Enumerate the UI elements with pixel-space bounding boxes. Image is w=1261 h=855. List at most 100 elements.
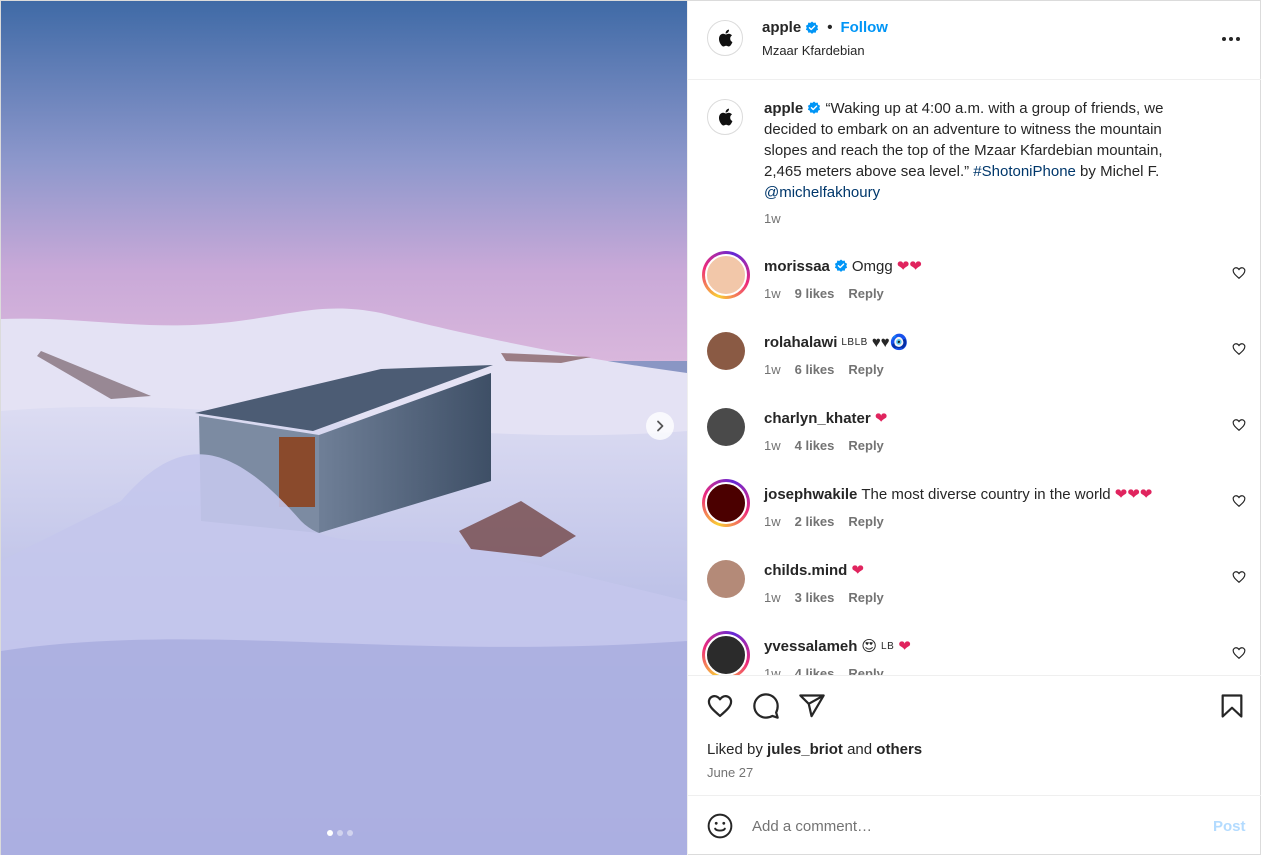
comment-input[interactable] [752,814,1192,838]
comment-likes[interactable]: 4 likes [795,666,835,675]
post-header: apple • Follow Mzaar Kfardebian [688,1,1261,80]
comment-likes[interactable]: 2 likes [795,514,835,529]
next-slide-button[interactable] [646,412,674,440]
commenter-username[interactable]: rolahalawi [764,334,837,351]
emoji-smiley-icon[interactable] [707,813,733,839]
reply-button[interactable]: Reply [848,666,883,675]
reply-button[interactable]: Reply [848,590,883,605]
comment-likes[interactable]: 3 likes [795,590,835,605]
commenter-avatar-wrap[interactable] [702,327,750,375]
dot-separator: • [827,19,833,36]
carousel-dot [347,830,353,836]
comment-meta: 1w 6 likes Reply [764,362,884,377]
commenter-avatar [707,408,745,446]
comment-item: josephwakile The most diverse country in… [688,479,1261,555]
commenter-avatar [707,332,745,370]
post-sidebar: apple • Follow Mzaar Kfardebian apple “W… [687,1,1261,855]
post-location[interactable]: Mzaar Kfardebian [762,43,865,58]
author-username[interactable]: apple [762,19,801,36]
like-heart-icon[interactable] [706,692,734,720]
comment-text: Omgg [851,257,893,275]
comment-like-heart-icon[interactable] [1232,266,1246,280]
commenter-username[interactable]: childs.mind [764,562,847,579]
carousel-dot-active [327,830,333,836]
caption-author[interactable]: apple [764,100,803,117]
comment-time[interactable]: 1w [764,514,781,529]
comment-body: yvessalameh 😍 LB ❤ [764,637,911,656]
commenter-avatar-wrap[interactable] [702,555,750,603]
reply-button[interactable]: Reply [848,286,883,301]
verified-badge-icon [834,259,847,272]
comment-time[interactable]: 1w [764,438,781,453]
liked-by-summary: Liked by jules_briot and others [707,741,922,758]
comment-body: josephwakile The most diverse country in… [764,485,1152,504]
comment-emoji: ❤❤ [896,258,922,275]
comments-list[interactable]: apple “Waking up at 4:00 a.m. with a gro… [688,81,1261,675]
liked-by-user[interactable]: jules_briot [767,741,843,758]
commenter-username[interactable]: charlyn_khater [764,410,871,427]
comment-like-heart-icon[interactable] [1232,494,1246,508]
reply-button[interactable]: Reply [848,438,883,453]
comment-likes[interactable]: 4 likes [795,438,835,453]
author-line: apple • Follow [762,19,888,36]
comment-time[interactable]: 1w [764,590,781,605]
caption-author-avatar[interactable] [707,99,743,135]
post-media[interactable] [1,1,687,855]
more-options-button[interactable] [1218,29,1244,49]
comment-item: rolahalawi LBLB ♥♥🧿 1w 6 likes Reply [688,327,1261,403]
post-comment-button[interactable]: Post [1213,818,1246,835]
verified-badge-icon [808,101,821,114]
comment-time[interactable]: 1w [764,666,781,675]
comment-likes[interactable]: 6 likes [795,362,835,377]
comment-text: The most diverse country in the world [861,485,1111,503]
commenter-avatar [707,560,745,598]
comment-likes[interactable]: 9 likes [795,286,835,301]
carousel-indicator [327,830,353,836]
comment-body: charlyn_khater ❤ [764,409,887,428]
liked-by-prefix: Liked by [707,741,768,758]
comment-like-heart-icon[interactable] [1232,342,1246,356]
liked-by-suffix: and [842,741,877,758]
commenter-username[interactable]: josephwakile [764,486,857,503]
reply-button[interactable]: Reply [848,514,883,529]
story-ring[interactable] [702,251,750,299]
save-bookmark-icon[interactable] [1218,692,1246,720]
story-ring[interactable] [702,479,750,527]
caption-mention[interactable]: @michelfakhoury [764,184,880,201]
commenter-avatar [705,634,747,675]
story-ring[interactable] [702,631,750,675]
comment-item: morissaa Omgg ❤❤ 1w 9 likes Reply [688,251,1261,327]
comment-text: LB [881,640,895,652]
share-icon[interactable] [798,692,826,720]
comment-emoji-after: ❤ [898,638,911,655]
comment-composer: Post [688,795,1261,855]
post-date[interactable]: June 27 [707,765,753,780]
commenter-username[interactable]: yvessalameh [764,638,857,655]
commenter-avatar [705,482,747,524]
more-options-icon [1222,37,1240,41]
comment-emoji: 😍 [861,638,878,655]
snow-landscape-photo [1,1,687,855]
comment-time[interactable]: 1w [764,362,781,377]
caption-hashtag[interactable]: #ShotoniPhone [973,163,1076,180]
comment-body: rolahalawi LBLB ♥♥🧿 [764,333,908,352]
comment-like-heart-icon[interactable] [1232,646,1246,660]
commenter-avatar-wrap[interactable] [702,403,750,451]
comment-like-heart-icon[interactable] [1232,418,1246,432]
apple-logo-icon [718,29,733,47]
comment-like-heart-icon[interactable] [1232,570,1246,584]
verified-badge-icon [806,21,819,34]
author-avatar[interactable] [707,20,743,56]
comment-time[interactable]: 1w [764,286,781,301]
follow-button[interactable]: Follow [840,19,888,36]
comment-item: childs.mind ❤ 1w 3 likes Reply [688,555,1261,631]
comment-icon[interactable] [752,692,780,720]
commenter-avatar [705,254,747,296]
comment-meta: 1w 2 likes Reply [764,514,884,529]
commenter-username[interactable]: morissaa [764,258,830,275]
liked-by-others[interactable]: others [876,741,922,758]
apple-logo-icon [718,108,733,126]
post-actions: Liked by jules_briot and others June 27 [688,675,1261,795]
caption-timestamp[interactable]: 1w [764,211,781,226]
reply-button[interactable]: Reply [848,362,883,377]
